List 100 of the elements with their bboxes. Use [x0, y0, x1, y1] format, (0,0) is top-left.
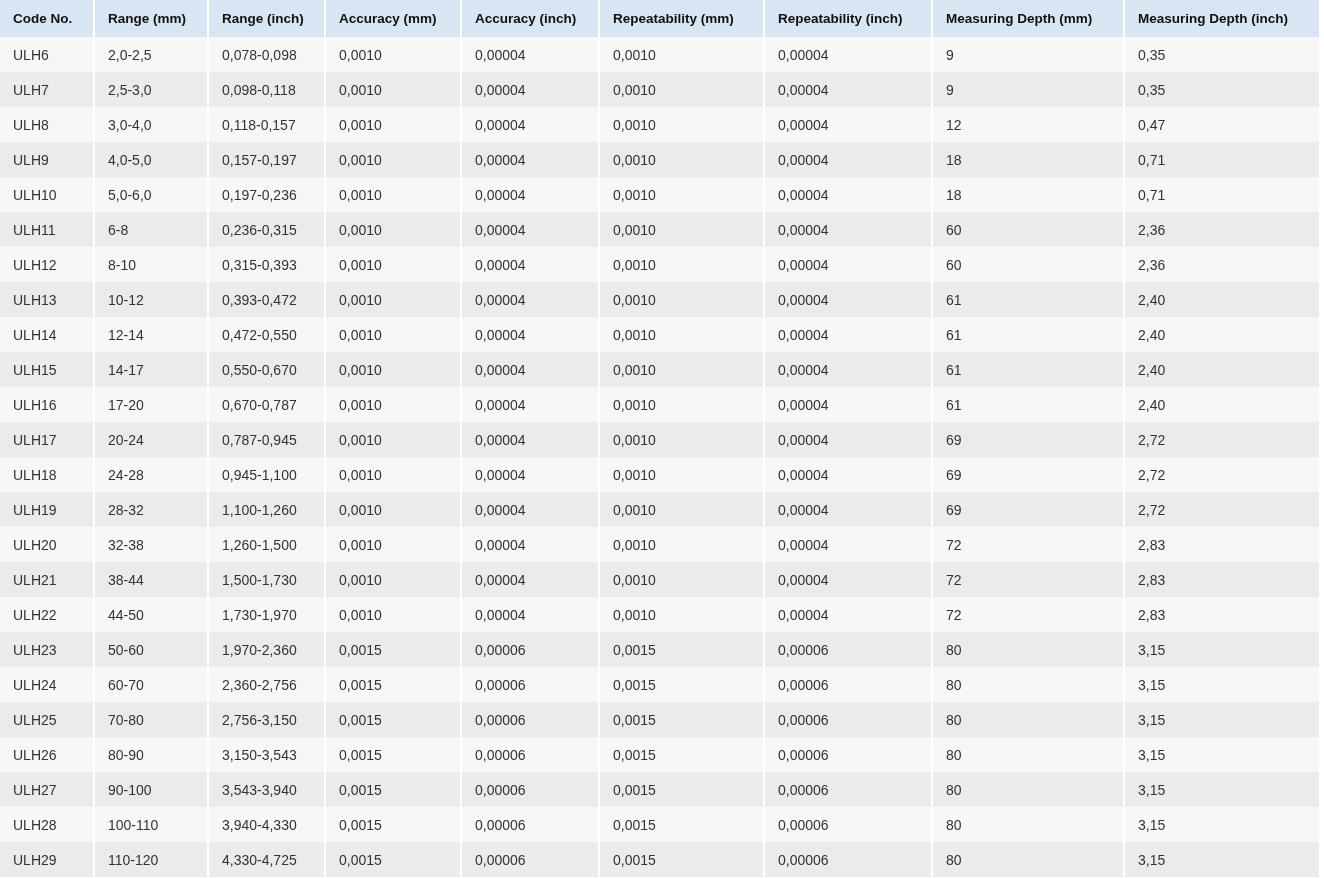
- table-cell: 14-17: [94, 352, 208, 387]
- table-cell: 0,35: [1124, 72, 1320, 107]
- table-cell: ULH29: [0, 842, 94, 877]
- table-cell: 0,315-0,393: [208, 247, 325, 282]
- table-cell: 6-8: [94, 212, 208, 247]
- table-cell: 0,00004: [461, 387, 599, 422]
- table-cell: 0,393-0,472: [208, 282, 325, 317]
- table-cell: 0,0010: [325, 317, 461, 352]
- table-cell: 80: [932, 807, 1124, 842]
- table-cell: 0,0010: [325, 457, 461, 492]
- table-cell: 60: [932, 247, 1124, 282]
- table-cell: 0,00006: [764, 632, 932, 667]
- table-cell: ULH10: [0, 177, 94, 212]
- table-cell: 50-60: [94, 632, 208, 667]
- table-cell: 0,0015: [599, 737, 764, 772]
- column-header: Measuring Depth (mm): [932, 0, 1124, 37]
- table-cell: 0,00004: [461, 72, 599, 107]
- table-cell: 0,236-0,315: [208, 212, 325, 247]
- table-cell: 0,0010: [325, 492, 461, 527]
- table-cell: 0,0010: [599, 72, 764, 107]
- table-cell: 0,0010: [599, 457, 764, 492]
- table-cell: ULH25: [0, 702, 94, 737]
- table-cell: 0,670-0,787: [208, 387, 325, 422]
- table-cell: 9: [932, 37, 1124, 72]
- table-cell: 0,0010: [325, 142, 461, 177]
- table-cell: 3,15: [1124, 772, 1320, 807]
- table-cell: ULH12: [0, 247, 94, 282]
- table-cell: 0,71: [1124, 177, 1320, 212]
- table-cell: 0,0015: [325, 667, 461, 702]
- table-cell: 69: [932, 492, 1124, 527]
- table-cell: 80: [932, 702, 1124, 737]
- table-cell: ULH17: [0, 422, 94, 457]
- table-cell: 0,0010: [325, 177, 461, 212]
- table-cell: 80: [932, 632, 1124, 667]
- table-cell: 1,100-1,260: [208, 492, 325, 527]
- table-cell: 0,00004: [764, 177, 932, 212]
- column-header: Range (inch): [208, 0, 325, 37]
- table-cell: 0,00004: [461, 422, 599, 457]
- table-cell: 0,0010: [325, 107, 461, 142]
- table-cell: 0,197-0,236: [208, 177, 325, 212]
- table-cell: 0,00004: [764, 317, 932, 352]
- table-cell: 2,40: [1124, 282, 1320, 317]
- table-cell: 2,83: [1124, 562, 1320, 597]
- table-cell: 3,15: [1124, 842, 1320, 877]
- table-cell: 0,00004: [764, 107, 932, 142]
- table-cell: 0,472-0,550: [208, 317, 325, 352]
- table-cell: 2,72: [1124, 457, 1320, 492]
- table-cell: 0,0010: [599, 527, 764, 562]
- table-cell: 3,0-4,0: [94, 107, 208, 142]
- table-cell: 69: [932, 457, 1124, 492]
- table-cell: ULH24: [0, 667, 94, 702]
- table-cell: 72: [932, 597, 1124, 632]
- table-cell: 0,00004: [461, 562, 599, 597]
- table-cell: 18: [932, 142, 1124, 177]
- table-cell: 0,0010: [325, 562, 461, 597]
- table-cell: 60: [932, 212, 1124, 247]
- table-cell: 0,00004: [764, 527, 932, 562]
- table-cell: 0,0010: [599, 492, 764, 527]
- table-cell: 3,543-3,940: [208, 772, 325, 807]
- table-cell: 0,0010: [599, 562, 764, 597]
- table-cell: 44-50: [94, 597, 208, 632]
- table-cell: 0,0010: [599, 37, 764, 72]
- table-cell: 0,0015: [599, 702, 764, 737]
- table-cell: 0,0010: [599, 422, 764, 457]
- table-cell: 80: [932, 737, 1124, 772]
- table-cell: 0,00004: [461, 107, 599, 142]
- table-cell: 0,0015: [325, 842, 461, 877]
- table-cell: 0,0010: [599, 107, 764, 142]
- table-cell: 61: [932, 352, 1124, 387]
- table-cell: 0,71: [1124, 142, 1320, 177]
- table-cell: ULH21: [0, 562, 94, 597]
- table-cell: 2,360-2,756: [208, 667, 325, 702]
- table-cell: 0,00004: [764, 457, 932, 492]
- table-cell: 110-120: [94, 842, 208, 877]
- table-cell: 0,0010: [599, 282, 764, 317]
- table-cell: 0,0010: [325, 422, 461, 457]
- table-cell: 17-20: [94, 387, 208, 422]
- table-cell: 12: [932, 107, 1124, 142]
- table-cell: 32-38: [94, 527, 208, 562]
- table-cell: ULH15: [0, 352, 94, 387]
- table-cell: 2,83: [1124, 597, 1320, 632]
- table-cell: 90-100: [94, 772, 208, 807]
- table-cell: 0,00006: [461, 667, 599, 702]
- table-cell: 61: [932, 282, 1124, 317]
- table-cell: 0,0010: [599, 212, 764, 247]
- table-cell: 0,787-0,945: [208, 422, 325, 457]
- table-cell: ULH9: [0, 142, 94, 177]
- table-cell: ULH8: [0, 107, 94, 142]
- table-cell: 0,00006: [764, 702, 932, 737]
- table-cell: 0,00006: [461, 632, 599, 667]
- table-cell: 0,00004: [764, 72, 932, 107]
- table-cell: 0,00004: [461, 142, 599, 177]
- table-cell: 0,00006: [764, 737, 932, 772]
- column-header: Range (mm): [94, 0, 208, 37]
- table-cell: 0,945-1,100: [208, 457, 325, 492]
- table-cell: 0,0010: [599, 177, 764, 212]
- table-cell: 60-70: [94, 667, 208, 702]
- table-cell: 24-28: [94, 457, 208, 492]
- table-cell: 72: [932, 527, 1124, 562]
- table-cell: 0,0015: [599, 667, 764, 702]
